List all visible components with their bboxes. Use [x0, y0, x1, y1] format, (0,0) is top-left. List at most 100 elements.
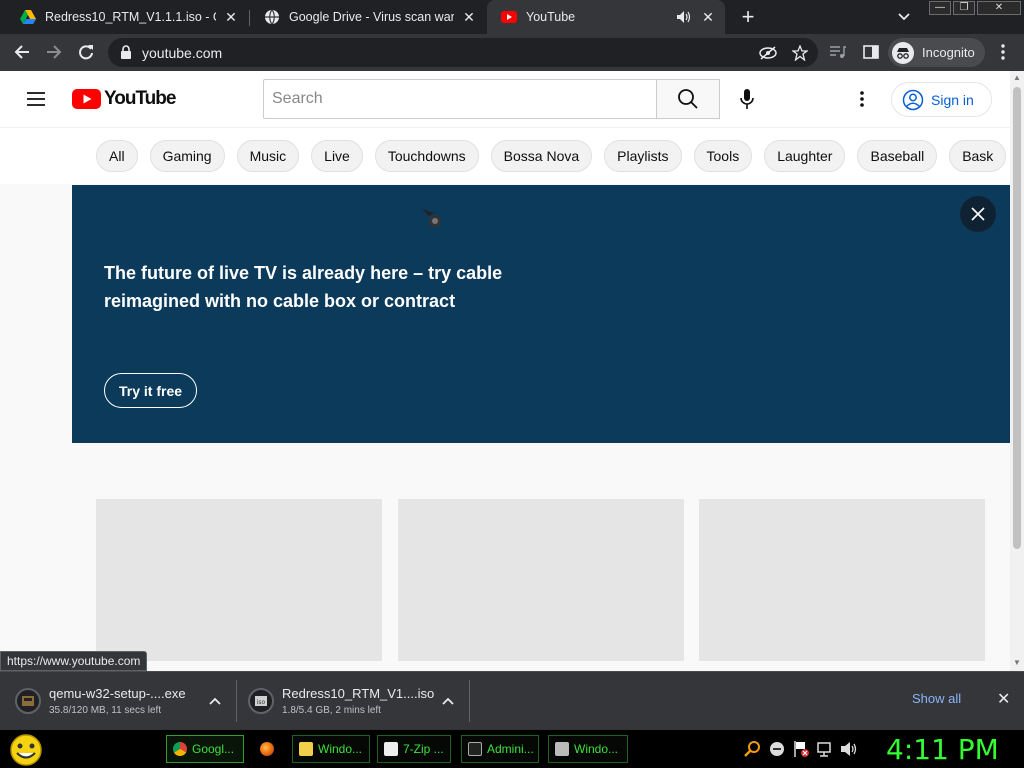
taskbar: Googl... Windo... 7-Zip ... Admini... Wi… — [0, 729, 1024, 768]
shelf-separator — [236, 680, 237, 722]
chip-tools[interactable]: Tools — [693, 140, 753, 172]
lock-icon — [120, 45, 134, 59]
scrollbar-thumb[interactable] — [1013, 87, 1021, 549]
taskbar-item-label: Windo... — [318, 742, 363, 756]
back-button[interactable] — [10, 40, 34, 64]
tab-search-button[interactable] — [893, 6, 915, 28]
minus-circle-tray-icon[interactable] — [768, 740, 786, 758]
video-thumbnail-placeholder[interactable] — [96, 499, 382, 661]
chevron-up-icon[interactable] — [436, 694, 460, 708]
chip-touchdowns[interactable]: Touchdowns — [374, 140, 479, 172]
chevron-up-icon[interactable] — [203, 694, 227, 708]
download-shelf: qemu-w32-setup-....exe 35.8/120 MB, 11 s… — [0, 671, 1024, 729]
taskbar-clock[interactable]: 4:11 PM — [886, 733, 999, 766]
chip-playlists[interactable]: Playlists — [604, 140, 682, 172]
hamburger-menu-icon[interactable] — [24, 87, 48, 111]
chip-laughter[interactable]: Laughter — [764, 140, 846, 172]
browser-toolbar: youtube.com Incognito — [0, 34, 1024, 71]
browser-menu-icon[interactable] — [991, 40, 1015, 64]
chip-music[interactable]: Music — [236, 140, 300, 172]
youtube-logo[interactable]: YouTube — [72, 88, 176, 110]
start-button-smiley-icon[interactable] — [6, 732, 46, 768]
tab-drive-warning[interactable]: Google Drive - Virus scan warnin ✕ — [250, 0, 486, 34]
download-progress-text: 1.8/5.4 GB, 2 mins left — [282, 705, 381, 716]
search-button[interactable] — [656, 79, 720, 119]
bookmark-star-icon[interactable] — [788, 41, 812, 65]
chip-all[interactable]: All — [96, 140, 138, 172]
google-drive-icon — [20, 9, 36, 25]
new-tab-button[interactable]: + — [736, 4, 760, 29]
taskbar-item-firefox[interactable] — [254, 735, 284, 763]
window-close-button[interactable]: ✕ — [977, 1, 1021, 15]
address-bar[interactable]: youtube.com — [108, 38, 818, 67]
tab-youtube[interactable]: YouTube ✕ — [487, 0, 725, 34]
busy-cursor-icon — [422, 209, 448, 236]
network-tray-icon[interactable] — [816, 740, 834, 758]
video-thumbnail-placeholder[interactable] — [699, 499, 985, 661]
media-control-icon[interactable] — [826, 40, 850, 64]
incognito-profile-button[interactable]: Incognito — [888, 38, 985, 67]
chip-baseball[interactable]: Baseball — [857, 140, 938, 172]
taskbar-item-label: Windo... — [574, 742, 619, 756]
scroll-down-arrow-icon[interactable]: ▼ — [1013, 659, 1021, 667]
taskbar-item-window[interactable]: Windo... — [548, 735, 628, 763]
incognito-label: Incognito — [922, 45, 975, 60]
chip-gaming[interactable]: Gaming — [149, 140, 225, 172]
volume-tray-icon[interactable] — [840, 740, 858, 758]
svg-text:iso: iso — [257, 699, 266, 706]
banner-headline: The future of live TV is already here – … — [104, 263, 503, 311]
screen: Redress10_RTM_V1.1.1.iso - Goog ✕ Google… — [0, 0, 1024, 768]
shelf-separator — [469, 680, 470, 722]
close-icon — [971, 207, 985, 221]
download-progress-text: 35.8/120 MB, 11 secs left — [49, 705, 162, 716]
forward-button[interactable] — [42, 40, 66, 64]
download-item[interactable]: iso Redress10_RTM_V1....iso 1.8/5.4 GB, … — [248, 678, 460, 724]
search-tray-icon[interactable] — [744, 740, 762, 758]
close-icon[interactable]: ✕ — [222, 8, 240, 26]
maximize-button[interactable]: ❐ — [953, 1, 975, 15]
address-text: youtube.com — [142, 45, 223, 61]
taskbar-item-cmd[interactable]: Admini... — [461, 735, 539, 763]
reload-button[interactable] — [74, 40, 98, 64]
taskbar-item-explorer[interactable]: Windo... — [292, 735, 370, 763]
close-icon[interactable]: ✕ — [699, 8, 717, 26]
taskbar-item-chrome[interactable]: Googl... — [166, 735, 244, 763]
flag-alert-tray-icon[interactable] — [792, 740, 810, 758]
youtube-header: YouTube Sign in — [0, 71, 1010, 127]
chip-basketball[interactable]: Bask — [949, 140, 1007, 172]
page-scrollbar[interactable]: ▲ ▼ — [1010, 71, 1024, 671]
firefox-icon — [260, 742, 274, 756]
chip-live[interactable]: Live — [311, 140, 363, 172]
taskbar-item-label: Googl... — [192, 742, 235, 756]
search-input[interactable] — [264, 80, 657, 118]
tab-title: Redress10_RTM_V1.1.1.iso - Goog — [45, 10, 216, 24]
taskbar-item-7zip[interactable]: 7-Zip ... — [377, 735, 451, 763]
iso-file-icon: iso — [248, 688, 274, 714]
sign-in-label: Sign in — [931, 91, 974, 108]
try-it-free-button[interactable]: Try it free — [104, 373, 198, 408]
7zip-icon — [384, 742, 398, 756]
settings-more-icon[interactable] — [848, 85, 876, 113]
close-download-shelf-icon[interactable]: ✕ — [997, 689, 1010, 709]
download-filename: qemu-w32-setup-....exe — [49, 686, 186, 701]
chrome-icon — [173, 742, 187, 756]
download-item[interactable]: qemu-w32-setup-....exe 35.8/120 MB, 11 s… — [15, 678, 227, 724]
banner-close-button[interactable] — [960, 196, 996, 232]
close-icon[interactable]: ✕ — [460, 8, 478, 26]
link-status-bubble: https://www.youtube.com — [0, 651, 148, 671]
youtube-icon — [501, 9, 517, 25]
sign-in-button[interactable]: Sign in — [891, 82, 992, 117]
tab-drive-file[interactable]: Redress10_RTM_V1.1.1.iso - Goog ✕ — [6, 0, 248, 34]
taskbar-item-label: 7-Zip ... — [403, 742, 444, 756]
window-icon — [555, 742, 569, 756]
side-panel-icon[interactable] — [859, 40, 883, 64]
tracking-blocked-icon[interactable] — [756, 41, 780, 65]
speaker-icon[interactable] — [675, 8, 693, 26]
minimize-button[interactable]: — — [929, 1, 951, 15]
cmd-icon — [468, 742, 482, 756]
voice-search-button[interactable] — [731, 83, 763, 115]
chip-bossa-nova[interactable]: Bossa Nova — [490, 140, 593, 172]
show-all-downloads-link[interactable]: Show all — [912, 691, 961, 706]
scroll-up-arrow-icon[interactable]: ▲ — [1013, 74, 1021, 82]
video-thumbnail-placeholder[interactable] — [398, 499, 684, 661]
